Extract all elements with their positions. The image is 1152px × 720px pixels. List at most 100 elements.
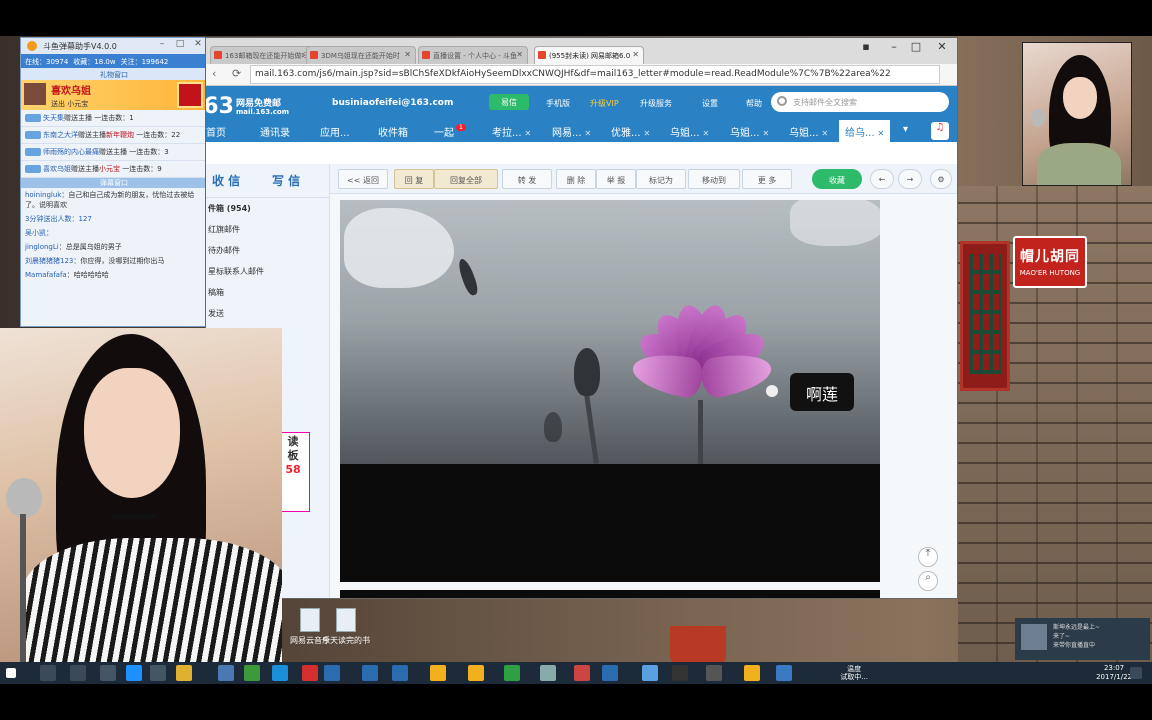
douyu-logo-icon xyxy=(27,41,37,51)
user-icon[interactable]: ▪ xyxy=(856,40,876,53)
folder-flagged[interactable]: 红旗邮件 xyxy=(206,219,329,240)
report-button[interactable]: 举 报 xyxy=(596,169,636,189)
maximize-icon[interactable]: □ xyxy=(173,39,187,49)
app-icon[interactable] xyxy=(100,665,116,681)
chrome-icon[interactable] xyxy=(430,665,446,681)
chat-message: 刘晨猪猪猪123：你应得，没哪到过期你出马 xyxy=(25,257,165,265)
nav-tab-contacts[interactable]: 通讯录 xyxy=(260,124,290,139)
desktop-icon-book[interactable]: 今天读完的书 xyxy=(318,608,374,658)
reload-icon[interactable]: ⟳ xyxy=(232,67,241,80)
gift-window-header: 礼物窗口 xyxy=(21,68,207,80)
nav-tab-apps[interactable]: 应用... xyxy=(320,124,350,139)
video-pane[interactable] xyxy=(340,464,880,582)
app-icon[interactable] xyxy=(218,665,234,681)
account-name[interactable]: businiaofeifei@163.com xyxy=(332,98,453,108)
app-icon[interactable] xyxy=(362,665,378,681)
zoom-icon[interactable]: ⌕ xyxy=(918,571,938,591)
close-icon[interactable]: ✕ xyxy=(932,40,952,53)
app-icon[interactable] xyxy=(776,665,792,681)
compose-button[interactable]: 写 信 xyxy=(272,172,300,189)
app-icon[interactable] xyxy=(392,665,408,681)
nav-tab-mail[interactable]: 考拉... ✕ xyxy=(492,124,531,139)
folder-todo[interactable]: 待办邮件 xyxy=(206,240,329,261)
browser-tab[interactable]: 163邮箱现在还能开始做吗✕ xyxy=(210,46,320,64)
mobile-link[interactable]: 手机版 xyxy=(546,98,570,109)
close-tab-icon: ✕ xyxy=(632,50,639,59)
search-icon xyxy=(777,96,787,106)
music-icon[interactable]: ♫ xyxy=(931,122,949,140)
notification-toast[interactable]: 斯坤永远是最上~ 来了~ 来带你直播直中 xyxy=(1015,618,1150,660)
collect-button[interactable]: 收藏 xyxy=(812,169,862,189)
browser-tab[interactable]: 3DM乌姐现在还能开始时 ✕ xyxy=(306,46,416,64)
maximize-icon[interactable]: □ xyxy=(906,40,926,53)
nav-tab-together[interactable]: 一起1 xyxy=(434,124,466,139)
forward-button[interactable]: 转 发 xyxy=(502,169,552,189)
url-input[interactable]: mail.163.com/js6/main.jsp?sid=sBlChSfeXD… xyxy=(250,65,940,84)
minimize-icon[interactable]: – xyxy=(155,39,169,49)
back-button[interactable]: << 返回 xyxy=(338,169,388,189)
app-icon[interactable] xyxy=(324,665,340,681)
nav-more-icon[interactable]: ▾ xyxy=(903,124,908,135)
nav-tab-mail[interactable]: 乌姐... ✕ xyxy=(730,124,769,139)
nav-tab-home[interactable]: 首页 xyxy=(206,124,226,139)
back-icon[interactable]: ‹ xyxy=(212,67,216,80)
app-icon[interactable] xyxy=(672,665,688,681)
app-icon[interactable] xyxy=(504,665,520,681)
app-icon[interactable] xyxy=(540,665,556,681)
app-icon[interactable] xyxy=(150,665,166,681)
nav-tab-inbox[interactable]: 收件箱 xyxy=(378,124,408,139)
nav-tab-mail[interactable]: 乌姐... ✕ xyxy=(670,124,709,139)
browser-tab-active[interactable]: (955封未读) 网易邮箱6.0 ✕ xyxy=(534,46,644,64)
delete-button[interactable]: 删 除 xyxy=(556,169,596,189)
minimize-icon[interactable]: – xyxy=(884,40,904,53)
next-arrow-icon[interactable]: → xyxy=(898,169,922,189)
chrome-icon[interactable] xyxy=(744,665,760,681)
mail-body: 收 信 写 信 件箱 (954) 红旗邮件 待办邮件 星标联系人邮件 稿箱 发送… xyxy=(206,164,957,598)
app-icon[interactable] xyxy=(706,665,722,681)
nav-tab-active[interactable]: 给乌... ✕ xyxy=(839,120,891,142)
app-icon[interactable] xyxy=(642,665,658,681)
chrome-icon[interactable] xyxy=(468,665,484,681)
chat-message: hoiningluk：自己和自己成为新的朋友，忧怡过去被给了。说明喜欢 xyxy=(25,191,195,209)
move-to-dropdown[interactable]: 移动到 xyxy=(688,169,740,189)
reply-button[interactable]: 回 复 xyxy=(394,169,434,189)
folder-inbox[interactable]: 件箱 (954) xyxy=(206,198,329,219)
system-clock[interactable]: 23:07 2017/1/22 xyxy=(1096,664,1132,682)
nav-tab-mail[interactable]: 优雅... ✕ xyxy=(611,124,650,139)
nav-tab-mail[interactable]: 乌姐... ✕ xyxy=(789,124,828,139)
notification-center-icon[interactable] xyxy=(1130,667,1142,679)
help-link[interactable]: 帮助 xyxy=(746,98,762,109)
search-input[interactable]: 支持邮件全文搜索 xyxy=(771,92,949,112)
app-icon[interactable] xyxy=(602,665,618,681)
gift-message: 师雨殇的内心最痛赠送主播 一连击数：3 xyxy=(21,144,207,161)
upgrade-link[interactable]: 升级服务 xyxy=(640,98,672,109)
folder-drafts[interactable]: 稿箱 xyxy=(206,282,329,303)
folder-starred[interactable]: 星标联系人邮件 xyxy=(206,261,329,282)
folder-sent[interactable]: 发送 xyxy=(206,303,329,324)
search-icon[interactable] xyxy=(40,665,56,681)
vip-link[interactable]: 升级VIP xyxy=(590,98,619,109)
yixin-button[interactable]: 易信 xyxy=(489,94,529,110)
app-icon[interactable] xyxy=(574,665,590,681)
gear-icon[interactable]: ⚙ xyxy=(930,169,952,189)
chat-message: 吴小凯： xyxy=(25,229,53,237)
start-icon[interactable] xyxy=(6,668,16,678)
scroll-top-icon[interactable]: ⤒ xyxy=(918,547,938,567)
task-view-icon[interactable] xyxy=(70,665,86,681)
prev-arrow-icon[interactable]: ← xyxy=(870,169,894,189)
close-icon[interactable]: ✕ xyxy=(191,39,205,49)
app-icon[interactable] xyxy=(302,665,318,681)
folder-icon[interactable] xyxy=(176,665,192,681)
settings-link[interactable]: 设置 xyxy=(702,98,718,109)
reply-all-button[interactable]: 回复全部 xyxy=(434,169,498,189)
lotus-image: 啊莲 xyxy=(340,200,880,464)
receive-button[interactable]: 收 信 xyxy=(212,172,240,189)
app-icon[interactable] xyxy=(244,665,260,681)
more-dropdown[interactable]: 更 多 xyxy=(742,169,792,189)
nav-tab-mail[interactable]: 网易... ✕ xyxy=(552,124,591,139)
browser-tab[interactable]: 直播设置 - 个人中心 - 斗鱼 ✕ xyxy=(418,46,528,64)
mark-as-dropdown[interactable]: 标记为 xyxy=(636,169,686,189)
video-pane-next[interactable] xyxy=(340,590,880,598)
app-icon[interactable] xyxy=(272,665,288,681)
edge-icon[interactable] xyxy=(126,665,142,681)
